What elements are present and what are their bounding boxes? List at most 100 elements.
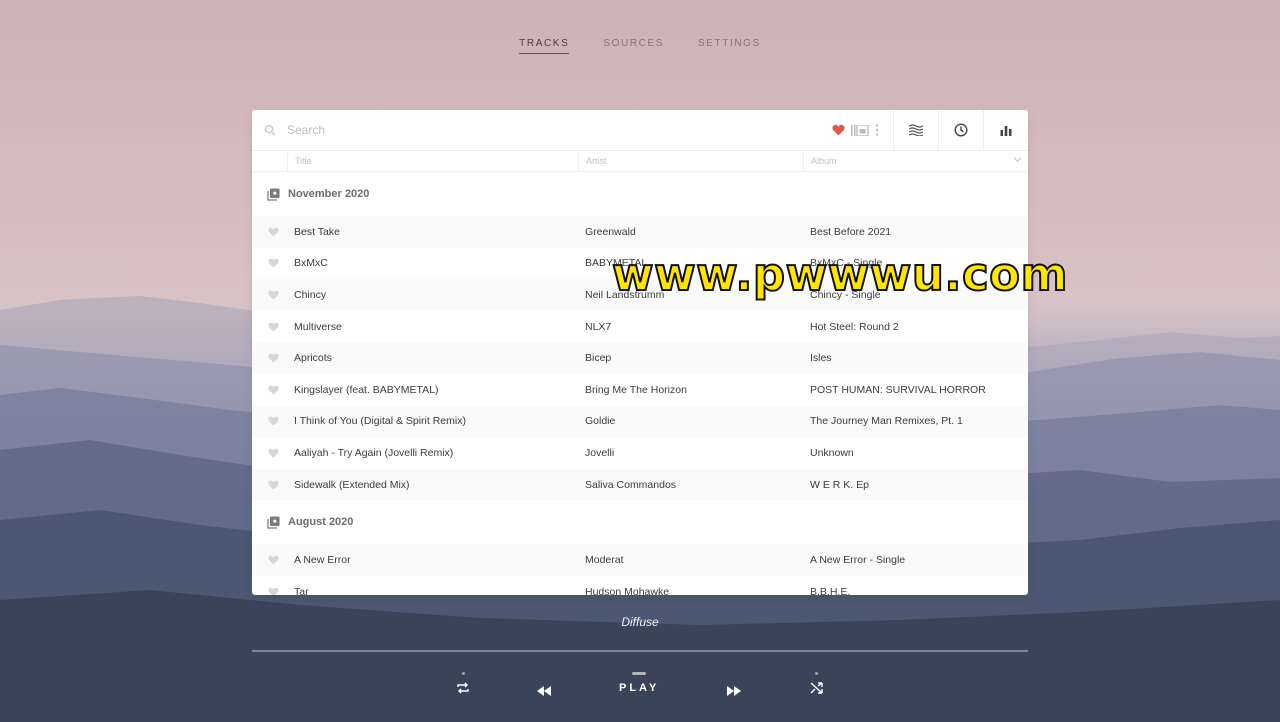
tab-sources[interactable]: SOURCES — [603, 38, 664, 54]
waves-icon — [909, 124, 923, 136]
tab-tracks[interactable]: TRACKS — [519, 38, 570, 54]
track-album: Unknown — [810, 446, 854, 459]
favorite-toggle[interactable] — [252, 555, 294, 565]
play-button[interactable]: PLAY — [619, 672, 659, 694]
shuffle-icon — [810, 682, 823, 694]
chevron-down-icon[interactable] — [1013, 155, 1022, 164]
track-artist: Goldie — [585, 415, 616, 428]
bar-chart-icon — [1000, 126, 1012, 136]
track-artist: Jovelli — [585, 446, 615, 459]
more-options-icon[interactable] — [875, 124, 879, 136]
favorite-toggle[interactable] — [252, 290, 294, 300]
column-header: Title Artist Album — [252, 151, 1028, 172]
track-artist: Bring Me The Horizon — [585, 383, 687, 396]
queue-view-button[interactable] — [893, 110, 938, 150]
search-input[interactable] — [285, 122, 689, 138]
next-button[interactable] — [727, 686, 741, 696]
heart-icon — [267, 448, 279, 458]
favorite-toggle[interactable] — [252, 353, 294, 363]
tracks-toolbar — [252, 110, 1028, 151]
track-row[interactable]: Kingslayer (feat. BABYMETAL) Bring Me The… — [252, 374, 1028, 406]
track-artist: Saliva Commandos — [585, 478, 677, 491]
track-title: Aaliyah - Try Again (Jovelli Remix) — [294, 446, 454, 459]
track-row[interactable]: I Think of You (Digital & Spirit Remix) G… — [252, 405, 1028, 438]
track-title: BxMxC — [294, 257, 328, 270]
favorite-toggle[interactable] — [252, 227, 294, 237]
search-bar — [252, 122, 832, 138]
repeat-icon — [457, 682, 469, 694]
column-album[interactable]: Album — [803, 151, 1028, 171]
favorites-heart-icon[interactable] — [832, 124, 845, 136]
track-album: The Journey Man Remixes, Pt. 1 — [810, 415, 963, 428]
heart-icon — [267, 290, 279, 300]
track-row[interactable]: Multiverse NLX7 Hot Steel: Round 2 — [252, 311, 1028, 343]
favorite-toggle[interactable] — [252, 480, 294, 490]
heart-icon — [267, 353, 279, 363]
track-row[interactable]: A New Error Moderat A New Error - Single — [252, 544, 1028, 576]
track-row[interactable]: Tar Hudson Mohawke B.B.H.E. — [252, 576, 1028, 595]
library-icon[interactable] — [851, 124, 869, 136]
track-title: Sidewalk (Extended Mix) — [294, 478, 410, 491]
track-artist: Greenwald — [585, 225, 636, 238]
track-artist: Moderat — [585, 554, 624, 567]
heart-icon — [267, 480, 279, 490]
stats-button[interactable] — [983, 110, 1028, 150]
group-header: August 2020 — [252, 500, 1028, 544]
watermark-text: www.pwwwu.com — [611, 247, 1068, 302]
track-title: Multiverse — [294, 320, 342, 333]
heart-icon — [267, 227, 279, 237]
track-artist: Hudson Mohawke — [585, 585, 670, 595]
shuffle-button[interactable] — [810, 672, 823, 694]
album-stack-icon — [267, 516, 280, 529]
favorite-toggle[interactable] — [252, 258, 294, 268]
track-album: W E R K. Ep — [810, 478, 869, 491]
track-group: November 2020 Best Take Greenwald Best Bef… — [252, 172, 1028, 595]
favorite-toggle[interactable] — [252, 322, 294, 332]
album-stack-icon — [267, 188, 280, 201]
clock-icon — [954, 123, 968, 137]
filter-toggles — [832, 124, 893, 136]
track-list: A New Error Moderat A New Error - Single Ta… — [252, 544, 1028, 595]
fast-forward-icon — [727, 686, 741, 696]
group-header: November 2020 — [252, 172, 1028, 216]
track-album: POST HUMAN: SURVIVAL HORROR — [810, 383, 986, 396]
search-icon — [264, 124, 276, 136]
favorite-toggle[interactable] — [252, 416, 294, 426]
favorite-toggle[interactable] — [252, 448, 294, 458]
group-label: August 2020 — [288, 516, 354, 529]
heart-icon — [267, 555, 279, 565]
heart-icon — [267, 385, 279, 395]
track-row[interactable]: Apricots Bicep Isles — [252, 342, 1028, 374]
tab-settings[interactable]: SETTINGS — [698, 38, 761, 54]
track-artist: NLX7 — [585, 320, 612, 333]
track-row[interactable]: Aaliyah - Try Again (Jovelli Remix) Jovel… — [252, 437, 1028, 469]
heart-icon — [267, 322, 279, 332]
track-title: A New Error — [294, 554, 351, 567]
now-playing-title: Diffuse — [621, 615, 659, 629]
favorite-toggle[interactable] — [252, 587, 294, 595]
favorite-toggle[interactable] — [252, 385, 294, 395]
track-title: Chincy — [294, 288, 327, 301]
track-album: Hot Steel: Round 2 — [810, 320, 899, 333]
track-title: I Think of You (Digital & Spirit Remix) — [294, 415, 466, 428]
tracks-panel: Title Artist Album November 2020 Best Ta… — [252, 110, 1028, 595]
track-album: Best Before 2021 — [810, 225, 892, 238]
track-artist: Bicep — [585, 352, 612, 365]
group-label: November 2020 — [288, 188, 370, 200]
column-title[interactable]: Title — [287, 151, 578, 171]
progress-bar[interactable] — [252, 650, 1028, 652]
track-album: Isles — [810, 352, 832, 365]
track-album: A New Error - Single — [810, 554, 906, 567]
repeat-button[interactable] — [456, 672, 470, 694]
heart-icon — [267, 417, 279, 426]
track-title: Best Take — [294, 225, 340, 238]
column-artist[interactable]: Artist — [578, 151, 803, 171]
track-title: Tar — [294, 585, 309, 595]
track-row[interactable]: Sidewalk (Extended Mix) Saliva Commandos W… — [252, 468, 1028, 501]
track-album: B.B.H.E. — [810, 585, 851, 595]
history-button[interactable] — [938, 110, 983, 150]
track-title: Apricots — [294, 352, 332, 365]
top-navigation: TRACKS SOURCES SETTINGS — [0, 38, 1280, 54]
previous-button[interactable] — [537, 686, 551, 696]
track-row[interactable]: Best Take Greenwald Best Before 2021 — [252, 216, 1028, 248]
